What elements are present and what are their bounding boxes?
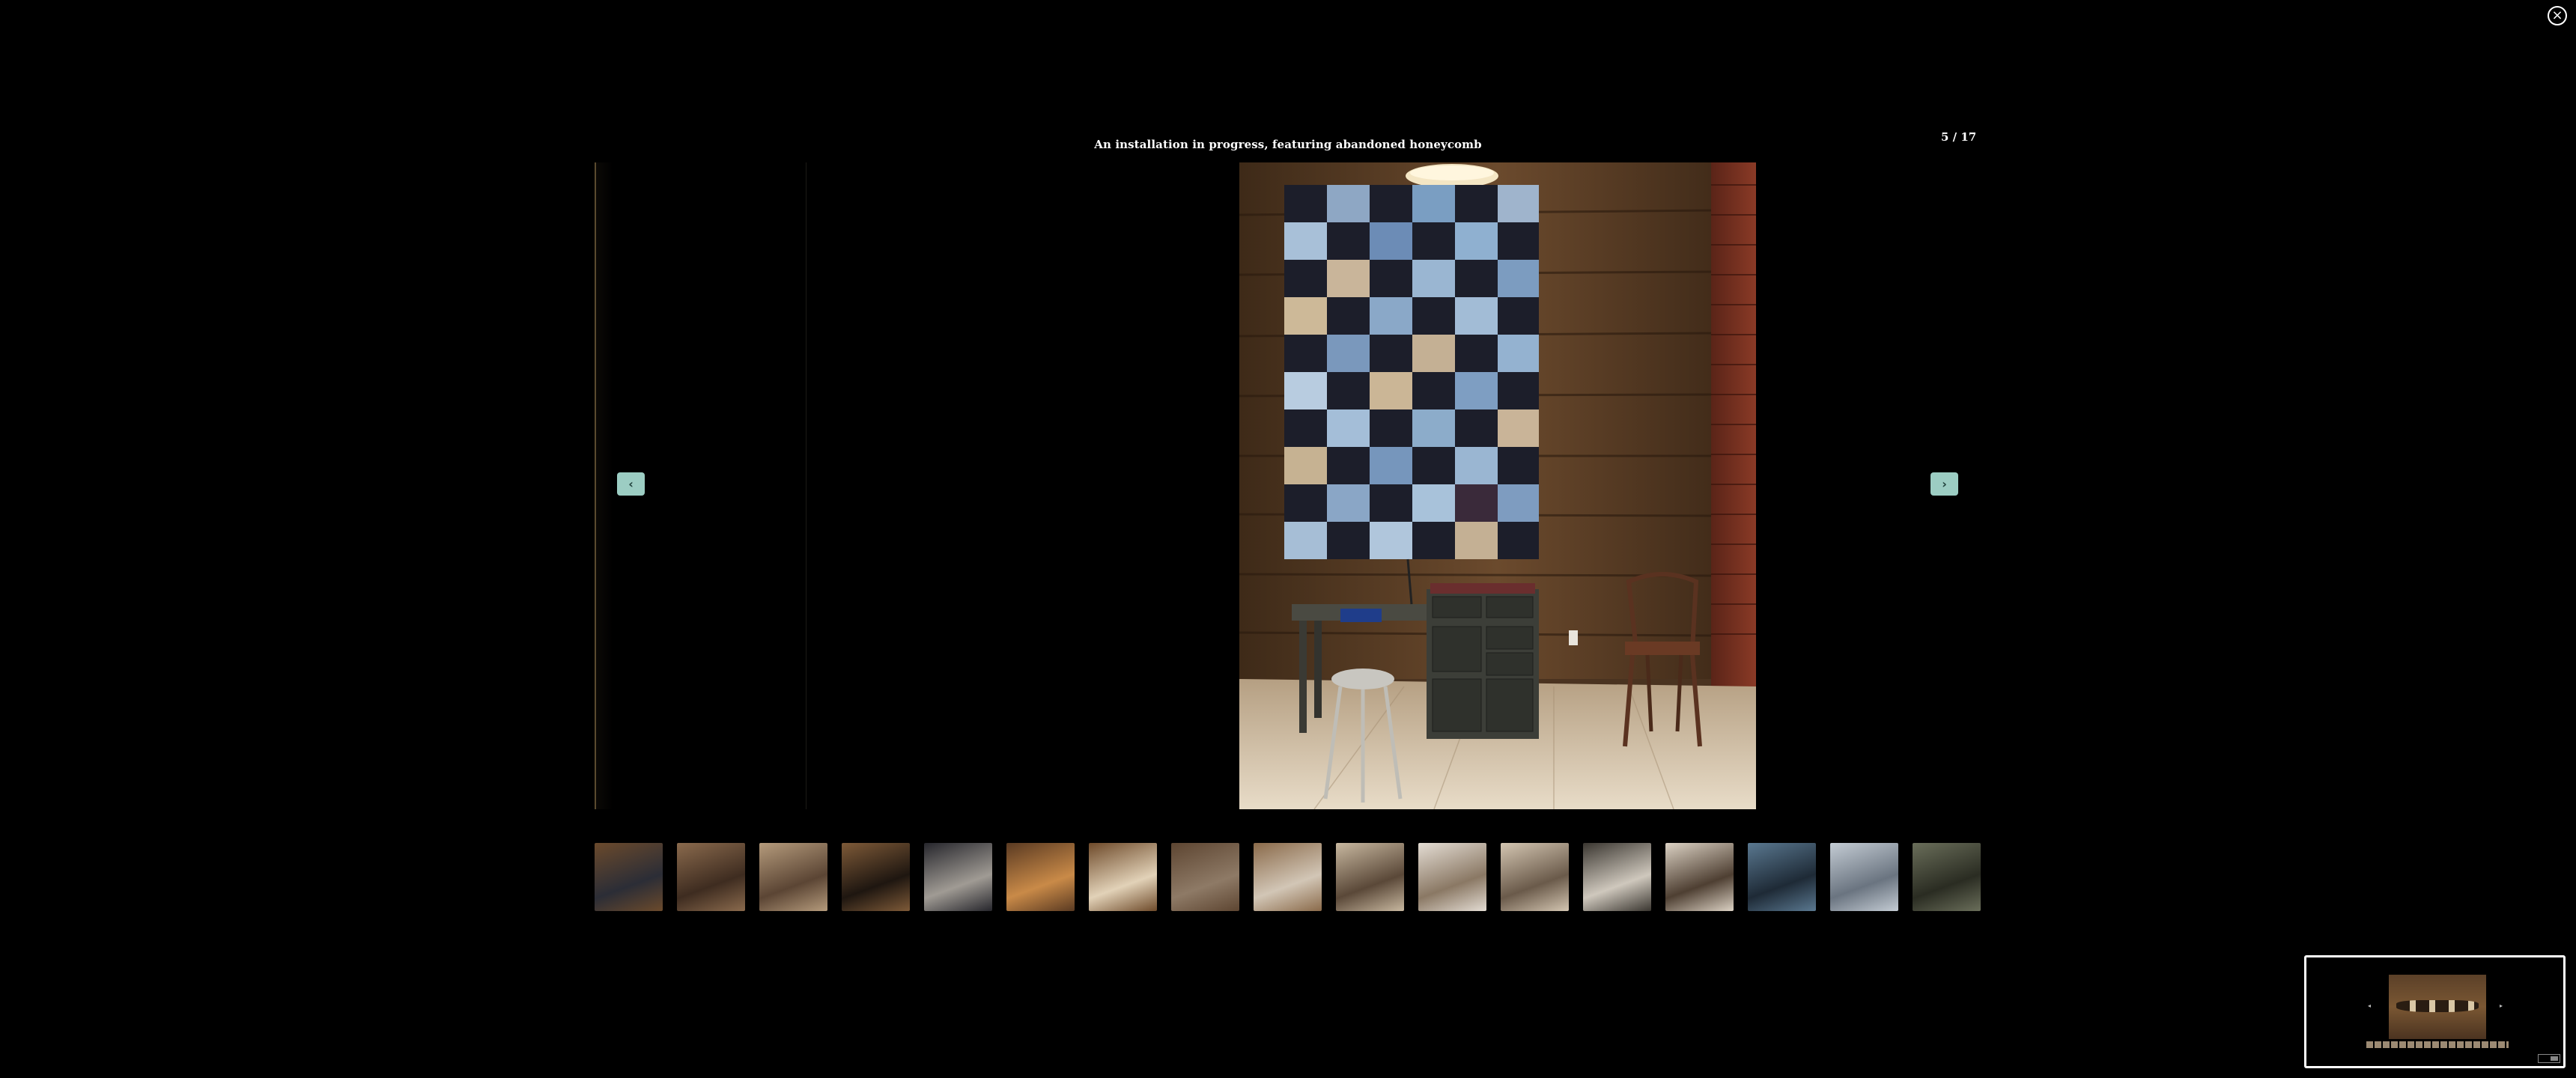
thumb-7[interactable] xyxy=(1089,843,1157,911)
thumb-14[interactable] xyxy=(1665,843,1734,911)
minimap-prev-icon: ◂ xyxy=(2368,1002,2372,1009)
thumbnail-image xyxy=(677,843,745,911)
minimap-photo xyxy=(2389,975,2486,1039)
thumb-1[interactable] xyxy=(595,843,663,911)
thumbnail-image xyxy=(1171,843,1239,911)
thumb-13[interactable] xyxy=(1583,843,1651,911)
thumbnail-image xyxy=(1665,843,1734,911)
thumb-15[interactable] xyxy=(1748,843,1816,911)
photo-caption: An installation in progress, featuring a… xyxy=(1094,138,1482,151)
thumb-12[interactable] xyxy=(1501,843,1569,911)
photo-lightbox: × An installation in progress, featuring… xyxy=(0,0,2576,1078)
thumbnail-image xyxy=(1418,843,1486,911)
thumb-17[interactable] xyxy=(1913,843,1981,911)
thumb-4[interactable] xyxy=(842,843,910,911)
minimap-preview[interactable]: ◂ ▸ xyxy=(2304,955,2566,1068)
chevron-right-icon[interactable]: › xyxy=(1931,472,1958,496)
thumbnail-image xyxy=(924,843,992,911)
thumbnail-image xyxy=(1830,843,1898,911)
thumbnail-image xyxy=(842,843,910,911)
thumbnail-image xyxy=(1006,843,1075,911)
thumbnail-image xyxy=(1254,843,1322,911)
thumb-16[interactable] xyxy=(1830,843,1898,911)
thumbnail-image xyxy=(595,843,663,911)
main-photo-image xyxy=(1239,162,1756,809)
thumb-8[interactable] xyxy=(1171,843,1239,911)
main-photo xyxy=(1239,162,1756,809)
thumb-11[interactable] xyxy=(1418,843,1486,911)
slide-stage: ‹ › xyxy=(595,162,1981,809)
close-icon[interactable]: × xyxy=(2548,6,2567,25)
thumbnail-image xyxy=(1501,843,1569,911)
thumbnail-image xyxy=(1748,843,1816,911)
thumb-9[interactable] xyxy=(1254,843,1322,911)
minimap-thumbnails xyxy=(2366,1041,2509,1048)
thumb-6[interactable] xyxy=(1006,843,1075,911)
thumb-10[interactable] xyxy=(1336,843,1404,911)
thumbnail-image xyxy=(1913,843,1981,911)
thumbnail-image xyxy=(759,843,827,911)
minimap-icon[interactable] xyxy=(2538,1054,2560,1063)
thumb-5[interactable] xyxy=(924,843,992,911)
slide-counter: 5 / 17 xyxy=(1941,130,1977,144)
thumb-2[interactable] xyxy=(677,843,745,911)
thumbnail-image xyxy=(1583,843,1651,911)
thumbnail-strip xyxy=(595,843,1981,911)
thumbnail-image xyxy=(1336,843,1404,911)
thumbnail-image xyxy=(1089,843,1157,911)
chevron-left-icon[interactable]: ‹ xyxy=(617,472,645,496)
minimap-next-icon: ▸ xyxy=(2500,1002,2503,1009)
thumb-3[interactable] xyxy=(759,843,827,911)
